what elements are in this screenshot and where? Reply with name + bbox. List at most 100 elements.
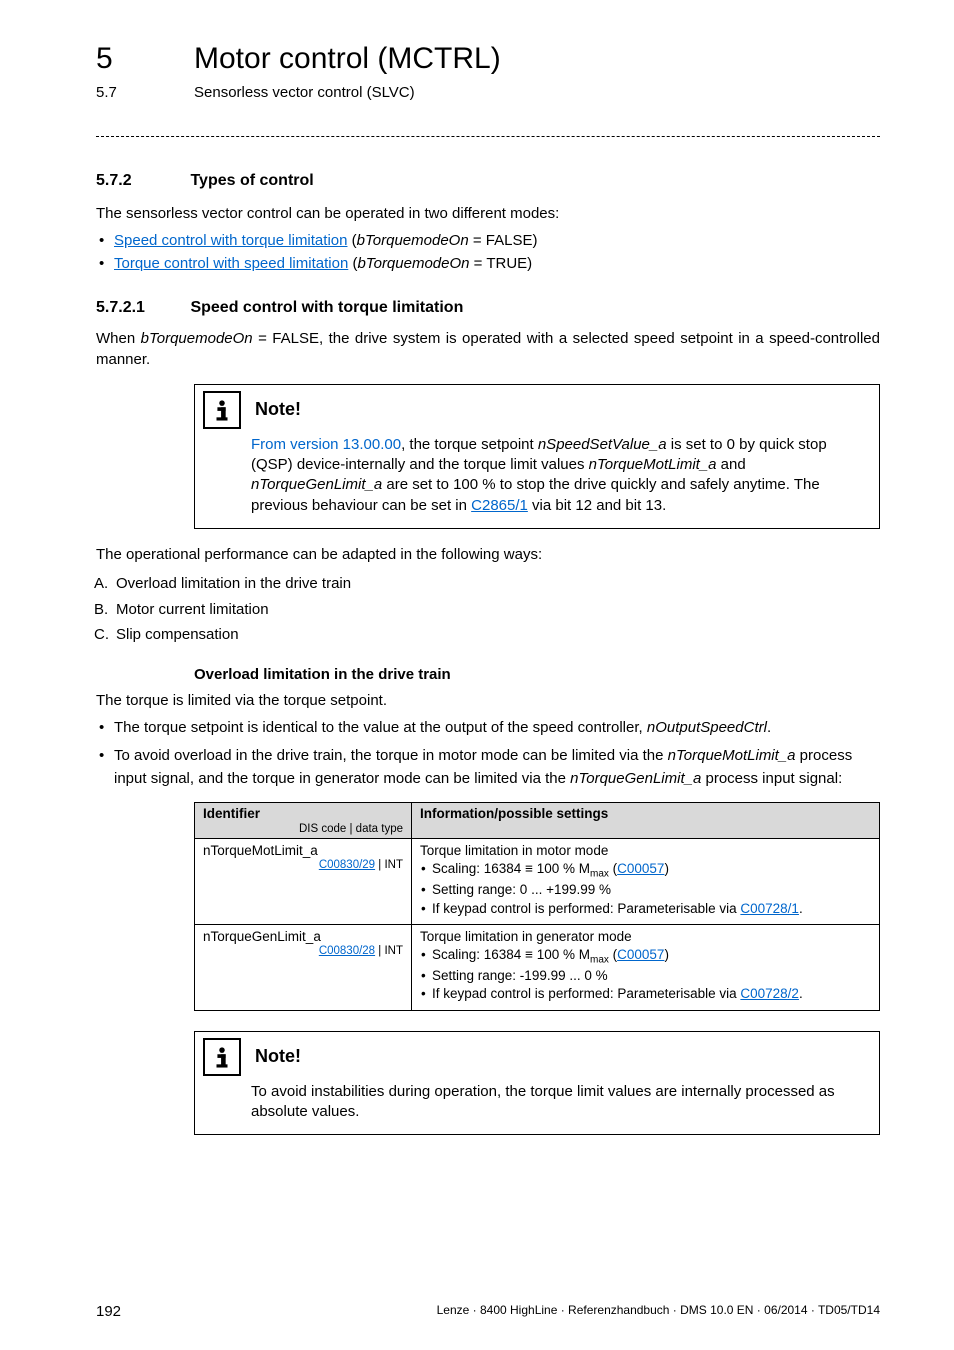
bullet-list: The torque setpoint is identical to the … [96, 717, 880, 791]
version-text: From version 13.00.00 [251, 436, 401, 453]
text: . [799, 986, 803, 1001]
info-title: Torque limitation in motor mode [420, 843, 608, 858]
footer-text: Lenze · 8400 HighLine · Referenzhandbuch… [437, 1303, 880, 1320]
text: Slip compensation [116, 626, 239, 643]
text: ( [609, 861, 617, 876]
page: 5 Motor control (MCTRL) 5.7 Sensorless v… [0, 0, 954, 1350]
param-name: nTorqueMotLimit_a [668, 747, 796, 764]
text: , the torque setpoint [401, 436, 538, 453]
code-link[interactable]: C00830/29 [319, 859, 375, 871]
param-name: nSpeedSetValue_a [538, 436, 667, 453]
list-item: The torque setpoint is identical to the … [114, 717, 880, 740]
heading-number: 5.7.2.1 [96, 299, 186, 317]
text: The torque setpoint is identical to the … [114, 719, 647, 736]
list-item: Torque control with speed limitation (bT… [114, 253, 880, 276]
note-title: Note! [255, 1046, 301, 1067]
list-marker: C. [94, 622, 109, 648]
subheading: Overload limitation in the drive train [194, 666, 880, 683]
cell-identifier: nTorqueMotLimit_a C00830/29 | INT [195, 839, 412, 925]
note-body: To avoid instabilities during operation,… [195, 1078, 879, 1135]
list-item: A.Overload limitation in the drive train [116, 571, 880, 597]
list-item: B.Motor current limitation [116, 597, 880, 623]
note-header: Note! [195, 1032, 879, 1078]
identifier-table: Identifier DIS code | data type Informat… [194, 802, 880, 1010]
mode-list: Speed control with torque limitation (bT… [96, 230, 880, 275]
note-box: Note! From version 13.00.00, the torque … [194, 384, 880, 529]
intro-paragraph: The sensorless vector control can be ope… [96, 204, 880, 224]
subscript: max [590, 955, 609, 966]
table-row: nTorqueGenLimit_a C00830/28 | INT Torque… [195, 924, 880, 1010]
code-link[interactable]: C00728/1 [740, 901, 799, 916]
text: To avoid overload in the drive train, th… [114, 747, 668, 764]
text: = FALSE) [469, 232, 538, 249]
torque-control-link[interactable]: Torque control with speed limitation [114, 255, 348, 272]
page-number: 192 [96, 1303, 121, 1320]
paragraph: The operational performance can be adapt… [96, 545, 880, 565]
note-body: From version 13.00.00, the torque setpoi… [195, 431, 879, 528]
list-item: Scaling: 16384 ≡ 100 % Mmax (C00057) [432, 946, 871, 967]
page-footer: 192 Lenze · 8400 HighLine · Referenzhand… [96, 1303, 880, 1320]
chapter-number: 5 [96, 42, 113, 76]
col-header-identifier: Identifier DIS code | data type [195, 803, 412, 839]
paragraph: When bTorquemodeOn = FALSE, the drive sy… [96, 329, 880, 370]
heading-title: Speed control with torque limitation [190, 299, 463, 317]
code-link[interactable]: C2865/1 [471, 497, 528, 514]
text: ( [347, 232, 356, 249]
info-icon [203, 391, 241, 429]
text: Motor current limitation [116, 601, 269, 618]
param-name: nTorqueGenLimit_a [251, 476, 382, 493]
heading-number: 5.7.2 [96, 172, 186, 190]
param-name: bTorquemodeOn [357, 232, 469, 249]
text: Identifier [203, 806, 260, 821]
list-item: C.Slip compensation [116, 622, 880, 648]
code-link[interactable]: C00830/28 [319, 945, 375, 957]
cell-info: Torque limitation in generator mode Scal… [412, 924, 880, 1010]
section-title: Sensorless vector control (SLVC) [194, 84, 415, 101]
col-header-info: Information/possible settings [412, 803, 880, 839]
text: = TRUE) [470, 255, 533, 272]
info-icon [203, 1038, 241, 1076]
text: If keypad control is performed: Paramete… [432, 901, 740, 916]
text: If keypad control is performed: Paramete… [432, 986, 740, 1001]
cell-info: Torque limitation in motor mode Scaling:… [412, 839, 880, 925]
param-name: nOutputSpeedCtrl [647, 719, 767, 736]
param-name: bTorquemodeOn [141, 330, 253, 347]
list-marker: A. [94, 571, 108, 597]
text: Overload limitation in the drive train [116, 575, 351, 592]
subscript: max [590, 869, 609, 880]
list-item: Speed control with torque limitation (bT… [114, 230, 880, 253]
text: Scaling: 16384 ≡ 100 % M [432, 947, 590, 962]
text: Scaling: 16384 ≡ 100 % M [432, 861, 590, 876]
section-number: 5.7 [96, 84, 117, 101]
info-title: Torque limitation in generator mode [420, 929, 632, 944]
text: ) [664, 861, 669, 876]
code-link[interactable]: C00728/2 [740, 986, 799, 1001]
param-name: bTorquemodeOn [357, 255, 469, 272]
list-marker: B. [94, 597, 108, 623]
param-name: nTorqueMotLimit_a [589, 456, 717, 473]
data-type: | INT [375, 859, 403, 871]
table-row: nTorqueMotLimit_a C00830/29 | INT Torque… [195, 839, 880, 925]
list-item: Setting range: 0 ... +199.99 % [432, 881, 871, 899]
identifier-name: nTorqueMotLimit_a [203, 843, 318, 858]
list-item: If keypad control is performed: Paramete… [432, 985, 871, 1003]
code-link[interactable]: C00057 [617, 947, 664, 962]
list-item: Setting range: -199.99 ... 0 % [432, 967, 871, 985]
text: ) [664, 947, 669, 962]
note-header: Note! [195, 385, 879, 431]
text: via bit 12 and bit 13. [528, 497, 666, 514]
alpha-list: A.Overload limitation in the drive train… [96, 571, 880, 648]
identifier-name: nTorqueGenLimit_a [203, 929, 321, 944]
list-item: Scaling: 16384 ≡ 100 % Mmax (C00057) [432, 860, 871, 881]
heading-title: Types of control [190, 172, 313, 190]
speed-control-link[interactable]: Speed control with torque limitation [114, 232, 347, 249]
code-link[interactable]: C00057 [617, 861, 664, 876]
text: . [799, 901, 803, 916]
list-item: If keypad control is performed: Paramete… [432, 900, 871, 918]
text: When [96, 330, 141, 347]
heading-5-7-2: 5.7.2 Types of control [96, 172, 880, 190]
heading-5-7-2-1: 5.7.2.1 Speed control with torque limita… [96, 299, 880, 317]
col-subheader: DIS code | data type [203, 823, 403, 835]
note-title: Note! [255, 399, 301, 420]
param-name: nTorqueGenLimit_a [570, 770, 701, 787]
